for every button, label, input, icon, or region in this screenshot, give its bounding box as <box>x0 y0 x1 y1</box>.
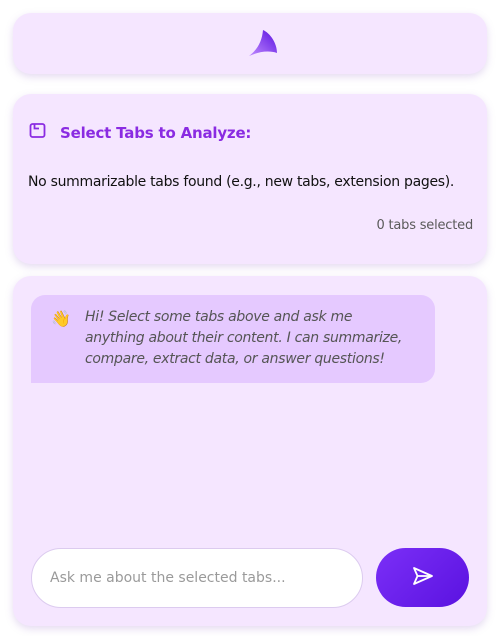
no-tabs-message: No summarizable tabs found (e.g., new ta… <box>28 174 455 190</box>
waving-hand-icon: 👋 <box>51 309 71 328</box>
assistant-welcome-message: Hi! Select some tabs above and ask me an… <box>85 309 403 367</box>
horn-logo-icon <box>246 27 280 59</box>
assistant-message-bubble: 👋 Hi! Select some tabs above and ask me … <box>31 295 435 383</box>
send-button[interactable] <box>376 548 469 607</box>
tab-selector-card: Select Tabs to Analyze: No summarizable … <box>13 94 487 264</box>
selected-tabs-count: 0 tabs selected <box>376 218 474 233</box>
tab-icon <box>29 122 46 143</box>
chat-input[interactable] <box>31 548 363 608</box>
chat-card: 👋 Hi! Select some tabs above and ask me … <box>13 276 487 626</box>
tab-selector-title: Select Tabs to Analyze: <box>60 123 252 142</box>
header-card <box>13 13 487 74</box>
send-icon <box>411 565 435 590</box>
tab-selector-header: Select Tabs to Analyze: <box>29 122 251 143</box>
